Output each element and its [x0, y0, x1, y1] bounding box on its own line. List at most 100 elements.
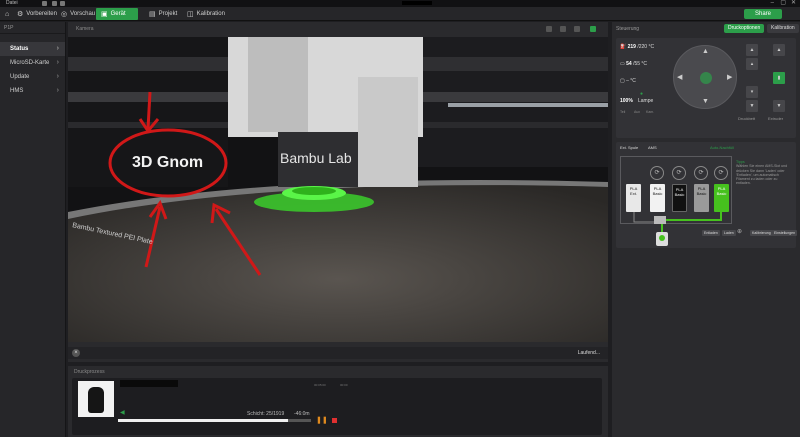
- jog-left-icon[interactable]: ◀: [677, 73, 682, 81]
- pause-button[interactable]: ❚❚: [316, 416, 328, 424]
- tab-label: Projekt: [158, 11, 178, 17]
- job-name-redacted: [120, 380, 178, 387]
- ams-settings-button[interactable]: Einstellungen: [772, 230, 798, 236]
- device-name: P1P: [4, 25, 14, 31]
- fan-aux[interactable]: Aux: [634, 110, 640, 114]
- record-icon[interactable]: [546, 26, 552, 32]
- fan-part[interactable]: Teil: [620, 110, 625, 114]
- progress-arrow-icon: ◀: [120, 410, 125, 416]
- time-b: 00:00: [340, 383, 348, 387]
- extruder-up-button[interactable]: ▲: [773, 44, 785, 56]
- speed-value[interactable]: 100%: [620, 98, 633, 104]
- overlay-label: 3D Gnom: [132, 154, 203, 171]
- tips-text: Wählen Sie einen AMS-Slot und drücken Si…: [736, 164, 788, 186]
- brand-label: Bambu Lab: [280, 150, 352, 166]
- calibration-icon: ◫: [187, 11, 194, 18]
- sidebar-item-label: HMS: [10, 88, 24, 94]
- tab-projekt[interactable]: ▤ Projekt: [144, 8, 182, 20]
- stream-status: Laufend...: [577, 350, 600, 356]
- z-up-small-button[interactable]: ▴: [746, 58, 758, 70]
- control-title: Steuerung: [616, 26, 640, 32]
- job-card: 00:05:00 00:00 ◀ Schicht: 25/1919 -46:0m…: [72, 378, 602, 435]
- tab-kalibration[interactable]: ◫ Kalibration: [182, 8, 230, 20]
- nozzle-temp[interactable]: ⛽ 219 /220 °C: [620, 44, 654, 50]
- tab-geraet[interactable]: ▣ Gerät: [96, 8, 138, 20]
- window-title-redacted: [402, 1, 432, 5]
- print-options-button[interactable]: Druckoptionen: [724, 24, 765, 33]
- tab-label: Gerät: [110, 11, 126, 17]
- sidebar-item-status[interactable]: Status ›: [0, 42, 65, 56]
- project-icon: ▤: [149, 11, 156, 18]
- file-menu[interactable]: Datei: [6, 0, 18, 7]
- help-icon[interactable]: ⊕: [737, 228, 742, 235]
- camera-panel: Kamera Bambu Lab 3D Gnom Bambu Textured …: [68, 22, 608, 362]
- sidebar-item-label: MicroSD-Karte: [10, 60, 50, 66]
- title-bar: Datei – ▢ ✕: [0, 0, 800, 7]
- home-axes-button[interactable]: [700, 72, 712, 84]
- bed-label: Druckbett: [738, 116, 756, 121]
- z-up-button[interactable]: ▲: [746, 44, 758, 56]
- sidebar-item-microsd[interactable]: MicroSD-Karte ›: [0, 56, 65, 70]
- redo-icon[interactable]: [60, 1, 65, 6]
- timelapse-icon[interactable]: [560, 26, 566, 32]
- tab-label: Vorschau: [70, 11, 96, 17]
- camera-feed: Bambu Lab 3D Gnom Bambu Textured PEI Pla…: [68, 37, 608, 342]
- save-icon[interactable]: [42, 1, 47, 6]
- remaining-time: -46:0m: [294, 411, 310, 417]
- extruder-down-button[interactable]: ▼: [773, 100, 785, 112]
- maximize-icon[interactable]: ▢: [780, 0, 786, 7]
- z-down-button[interactable]: ▼: [746, 100, 758, 112]
- motion-temperature-box: ⛽ 219 /220 °C ▭ 54 /55 °C ▢ – °C 100% ● …: [616, 38, 796, 138]
- share-button[interactable]: Share: [744, 9, 782, 19]
- device-selector[interactable]: P1P: [0, 22, 65, 34]
- bed-temp[interactable]: ▭ 54 /55 °C: [620, 61, 647, 67]
- sidebar-item-hms[interactable]: HMS ›: [0, 84, 65, 98]
- lamp-label: Lampe: [638, 98, 654, 104]
- load-button[interactable]: Laden: [722, 230, 736, 236]
- camera-footer: × Laufend...: [68, 347, 608, 359]
- jog-right-icon[interactable]: ▶: [727, 73, 732, 81]
- stop-button[interactable]: [332, 418, 337, 423]
- preview-icon: ◎: [61, 11, 68, 18]
- print-job-panel: Druckprozess 00:05:00 00:00 ◀ Schicht: 2…: [68, 366, 608, 437]
- progress-bar: [118, 419, 311, 422]
- prepare-icon: ⚙: [17, 11, 24, 18]
- camera-title: Kamera: [76, 26, 94, 32]
- sidebar: P1P Status › MicroSD-Karte › Update › HM…: [0, 22, 66, 437]
- tab-vorschau[interactable]: ◎ Vorschau: [56, 8, 100, 20]
- tab-label: Vorbereiten: [26, 11, 57, 17]
- calibration-button[interactable]: Kalibration: [767, 24, 799, 33]
- ams-box: Ext. Spule AMS Auto-Nachfüll Tipps Wähle…: [616, 142, 798, 248]
- camera-image: Bambu Lab 3D Gnom Bambu Textured PEI Pla…: [68, 37, 608, 342]
- chevron-right-icon: ›: [56, 45, 59, 52]
- device-icon: ▣: [101, 11, 108, 18]
- sidebar-item-update[interactable]: Update ›: [0, 70, 65, 84]
- time-a: 00:05:00: [314, 383, 326, 387]
- stop-stream-icon[interactable]: ×: [72, 349, 80, 357]
- snapshot-icon[interactable]: [574, 26, 580, 32]
- unload-button[interactable]: Entladen: [702, 230, 720, 236]
- camera-toggle-icon[interactable]: [590, 26, 596, 32]
- top-tab-bar: ⌂ ⚙ Vorbereiten ◎ Vorschau ▣ Gerät ▤ Pro…: [0, 7, 800, 21]
- jog-down-icon[interactable]: ▼: [702, 98, 709, 105]
- tab-vorbereiten[interactable]: ⚙ Vorbereiten: [12, 8, 62, 20]
- minimize-icon[interactable]: –: [771, 0, 774, 7]
- extruder-label: Extruder: [768, 116, 784, 121]
- xy-jog-pad[interactable]: ▲ ▼ ◀ ▶: [673, 45, 737, 109]
- share-label: Share: [754, 11, 771, 17]
- camera-header: Kamera: [68, 22, 608, 36]
- z-down-small-button[interactable]: ▾: [746, 86, 758, 98]
- job-title: Druckprozess: [74, 369, 105, 375]
- lamp-icon[interactable]: ●: [640, 91, 643, 97]
- chevron-right-icon: ›: [56, 59, 59, 66]
- layer-count: Schicht: 25/1919: [247, 411, 285, 417]
- undo-icon[interactable]: [52, 1, 57, 6]
- ams-calibration-button[interactable]: Kalibrierung: [750, 230, 773, 236]
- chevron-right-icon: ›: [56, 73, 59, 80]
- tab-label: Kalibration: [196, 11, 225, 17]
- extruder-icon: ▮: [773, 72, 785, 84]
- chamber-temp: ▢ – °C: [620, 78, 636, 84]
- jog-up-icon[interactable]: ▲: [702, 48, 709, 55]
- fan-chamber[interactable]: Kam.: [646, 110, 654, 114]
- close-icon[interactable]: ✕: [791, 0, 796, 7]
